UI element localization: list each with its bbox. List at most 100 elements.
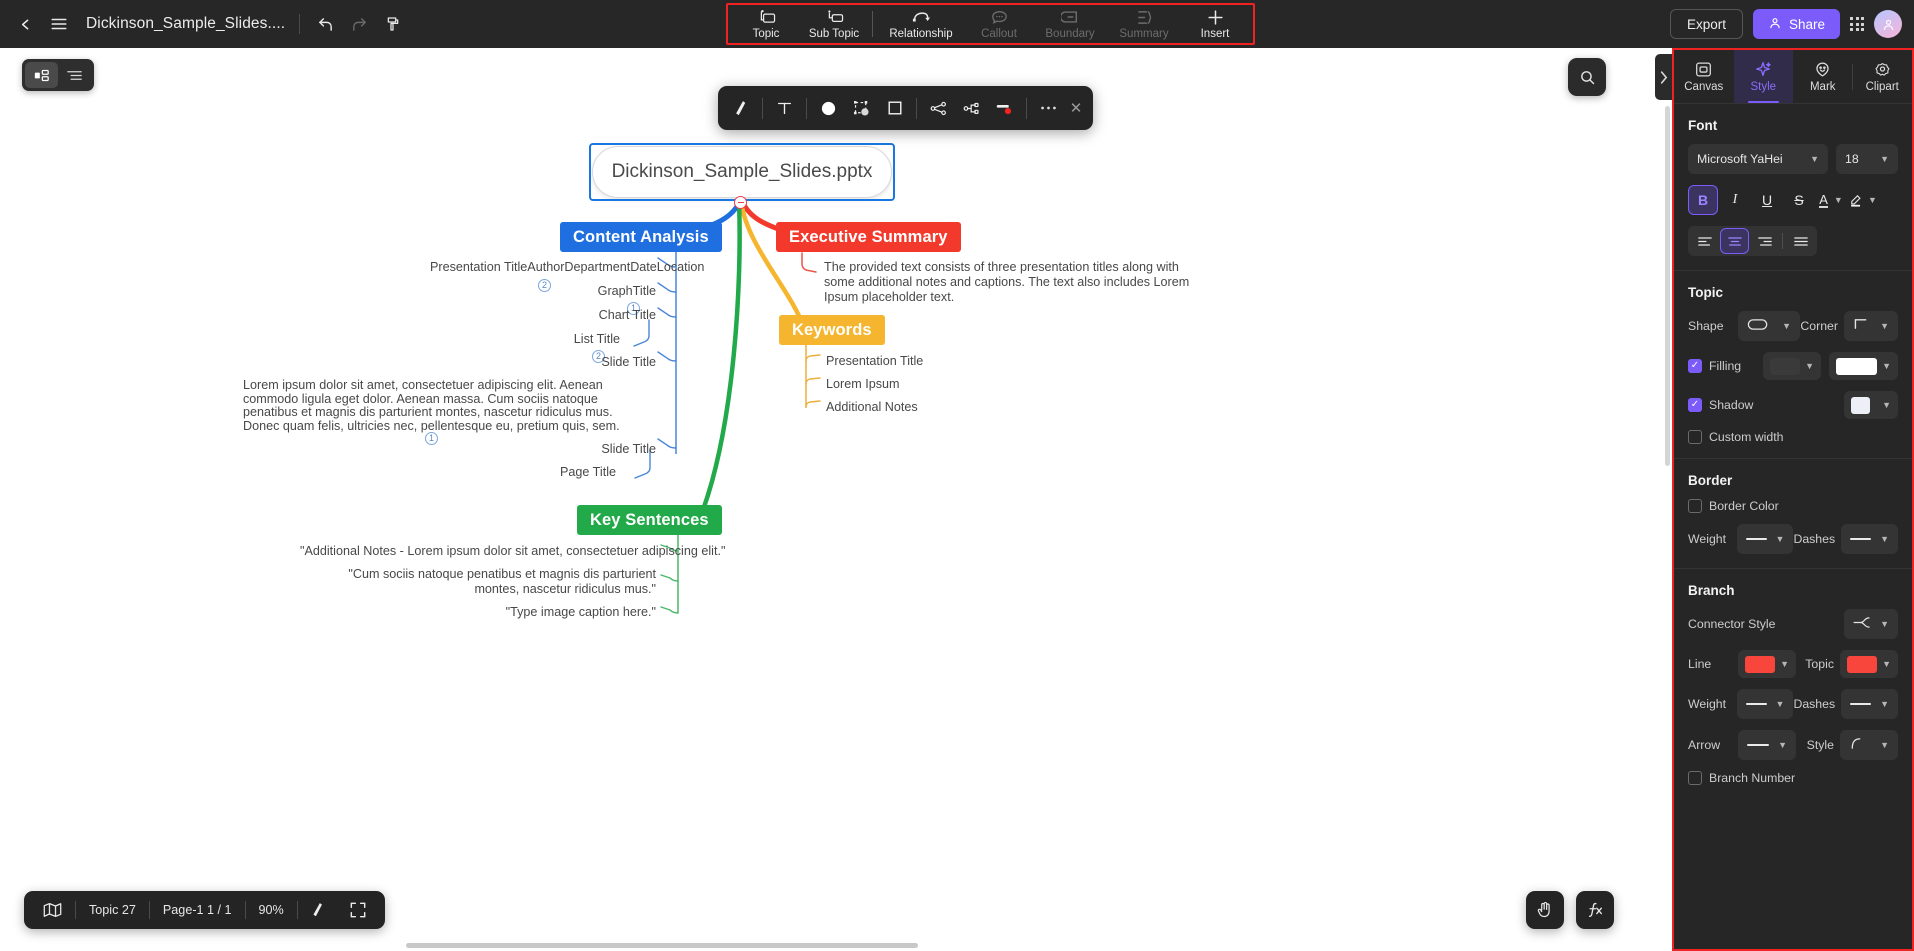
connector-style-select[interactable]: ▼ [1844, 609, 1898, 639]
line-color-icon[interactable] [988, 92, 1021, 125]
strikethrough-button[interactable]: S [1784, 185, 1814, 215]
border-color-checkbox[interactable] [1688, 499, 1702, 513]
paint-format-icon[interactable] [376, 7, 410, 41]
tool-callout[interactable]: Callout [965, 5, 1033, 43]
brush-format-painter-icon[interactable] [724, 92, 757, 125]
border-dashes-select[interactable]: ▼ [1841, 524, 1898, 554]
border-weight-select[interactable]: ▼ [1736, 524, 1794, 554]
redo-icon[interactable] [342, 7, 376, 41]
align-right-icon[interactable] [1750, 228, 1779, 254]
align-justify-icon[interactable] [1786, 228, 1815, 254]
shape-select[interactable]: ▼ [1738, 311, 1800, 341]
branch-topic-color-select[interactable]: ▼ [1840, 650, 1898, 678]
outline-view-icon[interactable] [58, 62, 91, 88]
grid-apps-icon[interactable] [1850, 17, 1864, 31]
collapse-handle[interactable] [734, 196, 747, 209]
export-button[interactable]: Export [1669, 9, 1743, 39]
connector-style-icon[interactable] [955, 92, 988, 125]
leaf-slide-title-1[interactable]: Slide Title [556, 355, 656, 370]
zoom-level[interactable]: 90% [246, 895, 297, 925]
mindmap-canvas[interactable]: ✕ Dickinson_Sample_Slides.pptx Content A… [0, 48, 1672, 951]
map-overview-icon[interactable] [30, 895, 75, 925]
branch-weight-select[interactable]: ▼ [1736, 689, 1794, 719]
leaf-sentence-3[interactable]: "Type image caption here." [400, 605, 656, 620]
tool-boundary[interactable]: Boundary [1033, 5, 1107, 43]
leaf-list-title[interactable]: List Title [524, 332, 620, 347]
branch-dashes-select[interactable]: ▼ [1841, 689, 1898, 719]
tool-summary[interactable]: Summary [1107, 5, 1181, 43]
align-left-icon[interactable] [1690, 228, 1719, 254]
leaf-slide-title-2[interactable]: Slide Title [556, 442, 656, 457]
branch-number-checkbox[interactable] [1688, 771, 1702, 785]
branch-style-select[interactable]: ▼ [1840, 730, 1898, 760]
mindmap-view-icon[interactable] [25, 62, 58, 88]
avatar[interactable] [1874, 10, 1902, 38]
align-center-icon[interactable] [1720, 228, 1749, 254]
topic-content-analysis[interactable]: Content Analysis [560, 222, 722, 252]
font-family-select[interactable]: Microsoft YaHei ▼ [1688, 144, 1828, 174]
leaf-presentation-title-author[interactable]: Presentation TitleAuthorDepartmentDateLo… [430, 260, 704, 275]
italic-button[interactable]: I [1720, 185, 1750, 215]
leaf-lorem-paragraph[interactable]: Lorem ipsum dolor sit amet, consectetuer… [243, 378, 621, 433]
tab-clipart[interactable]: Clipart [1853, 50, 1913, 103]
undo-icon[interactable] [308, 7, 342, 41]
topic-count[interactable]: Topic 27 [76, 895, 149, 925]
branch-layout-icon[interactable] [922, 92, 955, 125]
shape-outline-icon[interactable] [878, 92, 911, 125]
more-options-icon[interactable] [1032, 92, 1065, 125]
filling-checkbox[interactable] [1688, 359, 1702, 373]
root-node[interactable]: Dickinson_Sample_Slides.pptx [592, 146, 892, 198]
branch-line-label: Line [1688, 657, 1712, 671]
leaf-keyword-lorem-ipsum[interactable]: Lorem Ipsum [826, 377, 900, 392]
shadow-color-select[interactable]: ▼ [1844, 391, 1898, 419]
brush-icon[interactable] [298, 895, 337, 925]
leaf-page-title[interactable]: Page Title [520, 465, 616, 480]
bold-button[interactable]: B [1688, 185, 1718, 215]
vertical-scrollbar[interactable] [1665, 106, 1670, 466]
leaf-keyword-presentation-title[interactable]: Presentation Title [826, 354, 923, 369]
shape-fill-icon[interactable] [845, 92, 878, 125]
page-indicator[interactable]: Page-1 1 / 1 [150, 895, 245, 925]
collapse-panel-button[interactable] [1655, 54, 1672, 100]
tool-insert[interactable]: Insert [1181, 5, 1249, 43]
leaf-keyword-additional-notes[interactable]: Additional Notes [826, 400, 918, 415]
branch-arrow-select[interactable]: ▼ [1738, 730, 1796, 760]
underline-button[interactable]: U [1752, 185, 1782, 215]
topic-key-sentences[interactable]: Key Sentences [577, 505, 722, 535]
fullscreen-icon[interactable] [337, 895, 379, 925]
text-color-button[interactable]: A ▼ [1816, 185, 1846, 215]
horizontal-scrollbar[interactable] [0, 939, 1672, 951]
fn-formula-icon[interactable] [1576, 891, 1614, 929]
document-title[interactable]: Dickinson_Sample_Slides.... [86, 15, 285, 33]
text-style-icon[interactable] [768, 92, 801, 125]
share-button[interactable]: Share [1752, 9, 1840, 39]
tab-canvas[interactable]: Canvas [1674, 50, 1734, 103]
tool-relationship[interactable]: Relationship [877, 5, 965, 43]
search-icon[interactable] [1568, 58, 1606, 96]
tab-style[interactable]: Style [1733, 50, 1793, 104]
close-icon[interactable]: ✕ [1065, 92, 1087, 125]
tool-topic[interactable]: Topic [732, 5, 800, 43]
font-size-select[interactable]: 18 ▼ [1836, 144, 1898, 174]
leaf-sentence-1[interactable]: "Additional Notes - Lorem ipsum dolor si… [300, 544, 725, 559]
tab-mark[interactable]: Mark [1793, 50, 1853, 103]
fill-circle-icon[interactable] [812, 92, 845, 125]
scrollbar-thumb[interactable] [406, 943, 918, 948]
leaf-chart-title[interactable]: Chart Title [556, 308, 656, 323]
leaf-sentence-2[interactable]: "Cum sociis natoque penatibus et magnis … [318, 567, 656, 597]
leaf-graph-title[interactable]: GraphTitle [556, 284, 656, 299]
topic-executive-summary[interactable]: Executive Summary [776, 222, 961, 252]
filling-color-select-1[interactable]: ▼ [1763, 352, 1821, 380]
hand-pan-icon[interactable] [1526, 891, 1564, 929]
back-button[interactable] [8, 7, 42, 41]
executive-summary-text[interactable]: The provided text consists of three pres… [824, 260, 1199, 305]
hamburger-menu-icon[interactable] [42, 7, 76, 41]
filling-color-select-2[interactable]: ▼ [1829, 352, 1898, 380]
topic-keywords[interactable]: Keywords [779, 315, 885, 345]
corner-select[interactable]: ▼ [1844, 311, 1898, 341]
tool-sub-topic[interactable]: Sub Topic [800, 5, 868, 43]
shadow-checkbox[interactable] [1688, 398, 1702, 412]
highlight-color-button[interactable]: ▼ [1848, 185, 1878, 215]
custom-width-checkbox[interactable] [1688, 430, 1702, 444]
branch-line-color-select[interactable]: ▼ [1738, 650, 1796, 678]
